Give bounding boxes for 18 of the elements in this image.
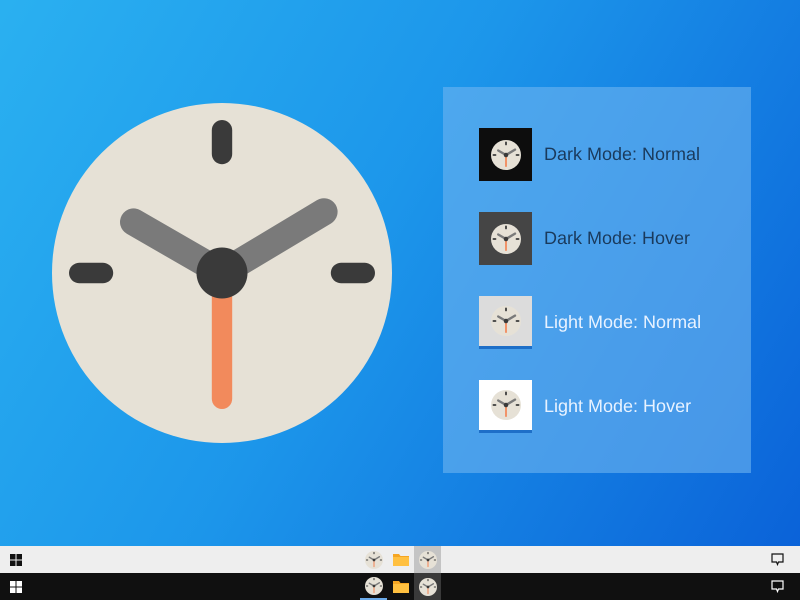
notification-icon[interactable] — [771, 553, 784, 566]
clock-icon — [490, 390, 520, 420]
clock-icon — [418, 550, 436, 568]
folder-icon — [392, 553, 408, 566]
clock-icon — [490, 140, 520, 170]
windows-logo-icon[interactable] — [10, 554, 22, 566]
clock-icon — [364, 550, 382, 568]
clock-icon — [490, 306, 520, 336]
clock-icon — [364, 576, 382, 594]
windows-logo-icon[interactable] — [10, 580, 22, 592]
variant-label: Light Mode: Hover — [544, 395, 692, 418]
variant-label: Dark Mode: Hover — [544, 227, 690, 250]
variant-label: Light Mode: Normal — [544, 311, 702, 334]
clock-icon — [490, 224, 520, 254]
taskbar-button[interactable] — [414, 573, 441, 600]
folder-icon — [392, 580, 408, 593]
variant-label: Dark Mode: Normal — [544, 143, 700, 166]
clock-icon — [418, 578, 436, 596]
